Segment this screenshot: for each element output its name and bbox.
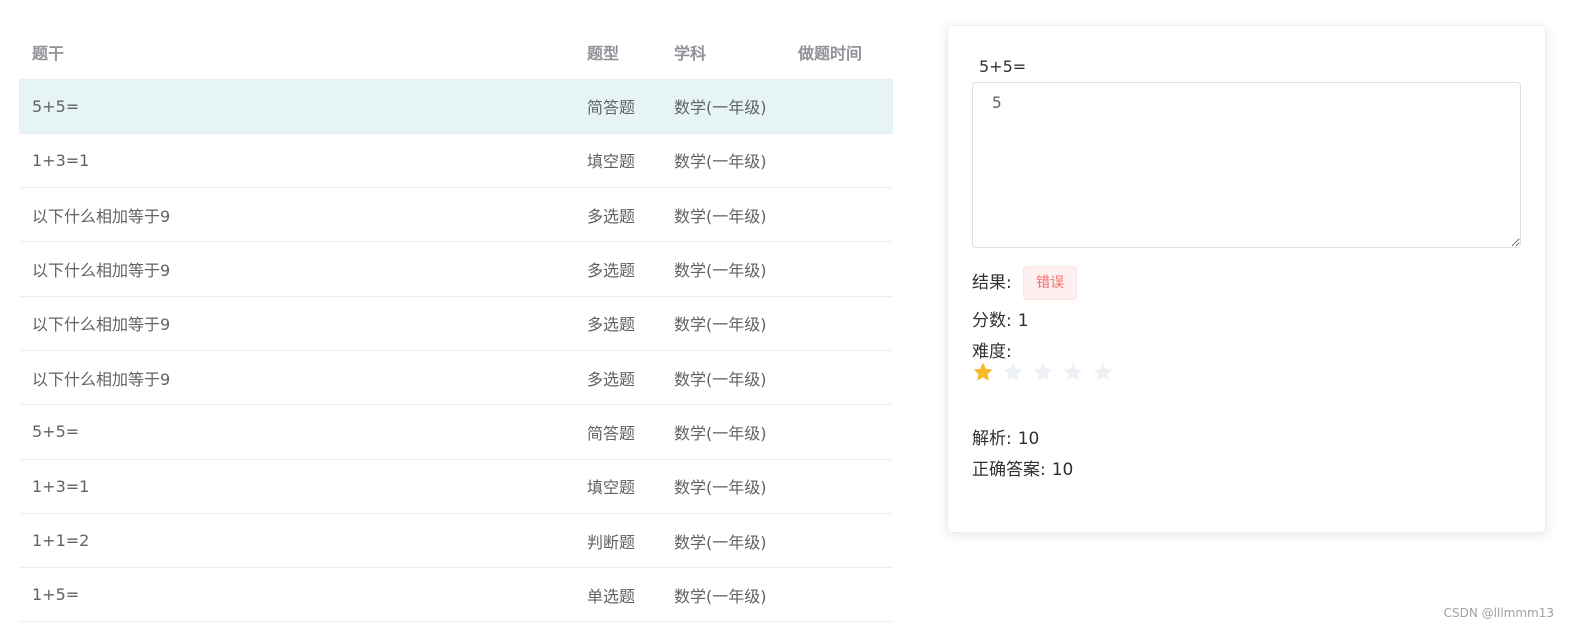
cell-type: 多选题 <box>581 296 668 351</box>
cell-stem: 5+5= <box>19 404 581 460</box>
table-row[interactable]: 1+3=1 填空题 数学(一年级) <box>19 459 893 514</box>
difficulty-line: 难度: <box>972 337 1012 362</box>
cell-time <box>792 133 893 189</box>
cell-type: 填空题 <box>581 133 668 189</box>
star-icon[interactable] <box>1092 361 1114 383</box>
result-status-badge: 错误 <box>1023 266 1078 300</box>
column-header-time[interactable]: 做题时间 <box>792 25 893 80</box>
result-label: 结果: <box>972 273 1012 293</box>
cell-stem: 5+5= <box>19 79 581 134</box>
analysis-label: 解析: <box>972 429 1012 449</box>
cell-subject: 数学(一年级) <box>668 350 792 406</box>
table-row[interactable]: 以下什么相加等于9 多选题 数学(一年级) <box>19 350 893 406</box>
answer-textarea[interactable] <box>972 82 1521 248</box>
cell-time <box>792 404 893 460</box>
difficulty-rating[interactable] <box>972 361 1114 387</box>
cell-subject: 数学(一年级) <box>668 241 792 297</box>
table-row[interactable]: 1+1=2 判断题 数学(一年级) <box>19 513 893 569</box>
table-row[interactable]: 以下什么相加等于9 多选题 数学(一年级) <box>19 187 893 243</box>
cell-subject: 数学(一年级) <box>668 296 792 351</box>
cell-stem: 以下什么相加等于9 <box>19 296 581 351</box>
cell-stem: 以下什么相加等于9 <box>19 187 581 243</box>
table-row[interactable]: 1+5= 单选题 数学(一年级) <box>19 567 893 623</box>
cell-stem: 1+3=1 <box>19 459 581 514</box>
cell-type: 判断题 <box>581 513 668 569</box>
table-row[interactable]: 以下什么相加等于9 多选题 数学(一年级) <box>19 296 893 351</box>
cell-type: 简答题 <box>581 404 668 460</box>
analysis-value: 10 <box>1017 429 1040 449</box>
column-header-type[interactable]: 题型 <box>581 25 668 80</box>
table-header-row: 题干 题型 学科 做题时间 <box>19 25 893 80</box>
cell-type: 多选题 <box>581 350 668 406</box>
column-header-stem[interactable]: 题干 <box>19 25 581 80</box>
star-icon[interactable] <box>1032 361 1054 383</box>
cell-type: 单选题 <box>581 567 668 623</box>
cell-type: 多选题 <box>581 241 668 297</box>
table-row[interactable]: 5+5= 简答题 数学(一年级) <box>19 79 893 134</box>
cell-time <box>792 459 893 514</box>
result-line: 结果: 错误 <box>972 266 1078 300</box>
cell-subject: 数学(一年级) <box>668 133 792 189</box>
cell-time <box>792 350 893 406</box>
cell-stem: 1+1=2 <box>19 513 581 569</box>
question-table-grid: 题干 题型 学科 做题时间 5+5= 简答题 数学(一年级) 1+3=1 填空题 数学(一… <box>19 25 893 623</box>
cell-time <box>792 567 893 623</box>
cell-subject: 数学(一年级) <box>668 567 792 623</box>
table-row[interactable]: 1+3=1 填空题 数学(一年级) <box>19 133 893 189</box>
cell-subject: 数学(一年级) <box>668 404 792 460</box>
difficulty-label: 难度: <box>972 342 1012 362</box>
correct-answer-label: 正确答案: <box>972 460 1046 480</box>
table-body: 5+5= 简答题 数学(一年级) 1+3=1 填空题 数学(一年级) 以下什么相加等于9 多选… <box>19 79 893 623</box>
star-icon[interactable] <box>1062 361 1084 383</box>
footer-credit: CSDN @lllmmm13 <box>1443 606 1554 620</box>
cell-type: 简答题 <box>581 79 668 134</box>
cell-subject: 数学(一年级) <box>668 459 792 514</box>
cell-time <box>792 79 893 134</box>
table-row[interactable]: 以下什么相加等于9 多选题 数学(一年级) <box>19 241 893 297</box>
table-row[interactable]: 5+5= 简答题 数学(一年级) <box>19 404 893 460</box>
cell-time <box>792 513 893 569</box>
cell-time <box>792 296 893 351</box>
page: 题干 题型 学科 做题时间 5+5= 简答题 数学(一年级) 1+3=1 填空题 数学(一… <box>0 0 1584 633</box>
star-icon[interactable] <box>1002 361 1024 383</box>
score-value: 1 <box>1017 311 1029 331</box>
cell-stem: 以下什么相加等于9 <box>19 241 581 297</box>
cell-subject: 数学(一年级) <box>668 79 792 134</box>
question-table: 题干 题型 学科 做题时间 5+5= 简答题 数学(一年级) 1+3=1 填空题 数学(一… <box>19 25 893 623</box>
cell-type: 多选题 <box>581 187 668 243</box>
cell-stem: 1+5= <box>19 567 581 623</box>
correct-answer-line: 正确答案: 10 <box>972 455 1073 480</box>
cell-subject: 数学(一年级) <box>668 513 792 569</box>
score-line: 分数: 1 <box>972 306 1029 331</box>
score-label: 分数: <box>972 311 1012 331</box>
column-header-subject[interactable]: 学科 <box>668 25 792 80</box>
analysis-line: 解析: 10 <box>972 424 1039 449</box>
cell-type: 填空题 <box>581 459 668 514</box>
cell-stem: 以下什么相加等于9 <box>19 350 581 406</box>
star-icon[interactable] <box>972 361 994 383</box>
cell-stem: 1+3=1 <box>19 133 581 189</box>
cell-time <box>792 187 893 243</box>
question-title: 5+5= <box>979 57 1027 76</box>
cell-time <box>792 241 893 297</box>
cell-subject: 数学(一年级) <box>668 187 792 243</box>
question-detail-card: 5+5= 结果: 错误 分数:1 难度: 解析:10 正确答案:10 <box>947 25 1546 533</box>
correct-answer-value: 10 <box>1051 460 1074 480</box>
